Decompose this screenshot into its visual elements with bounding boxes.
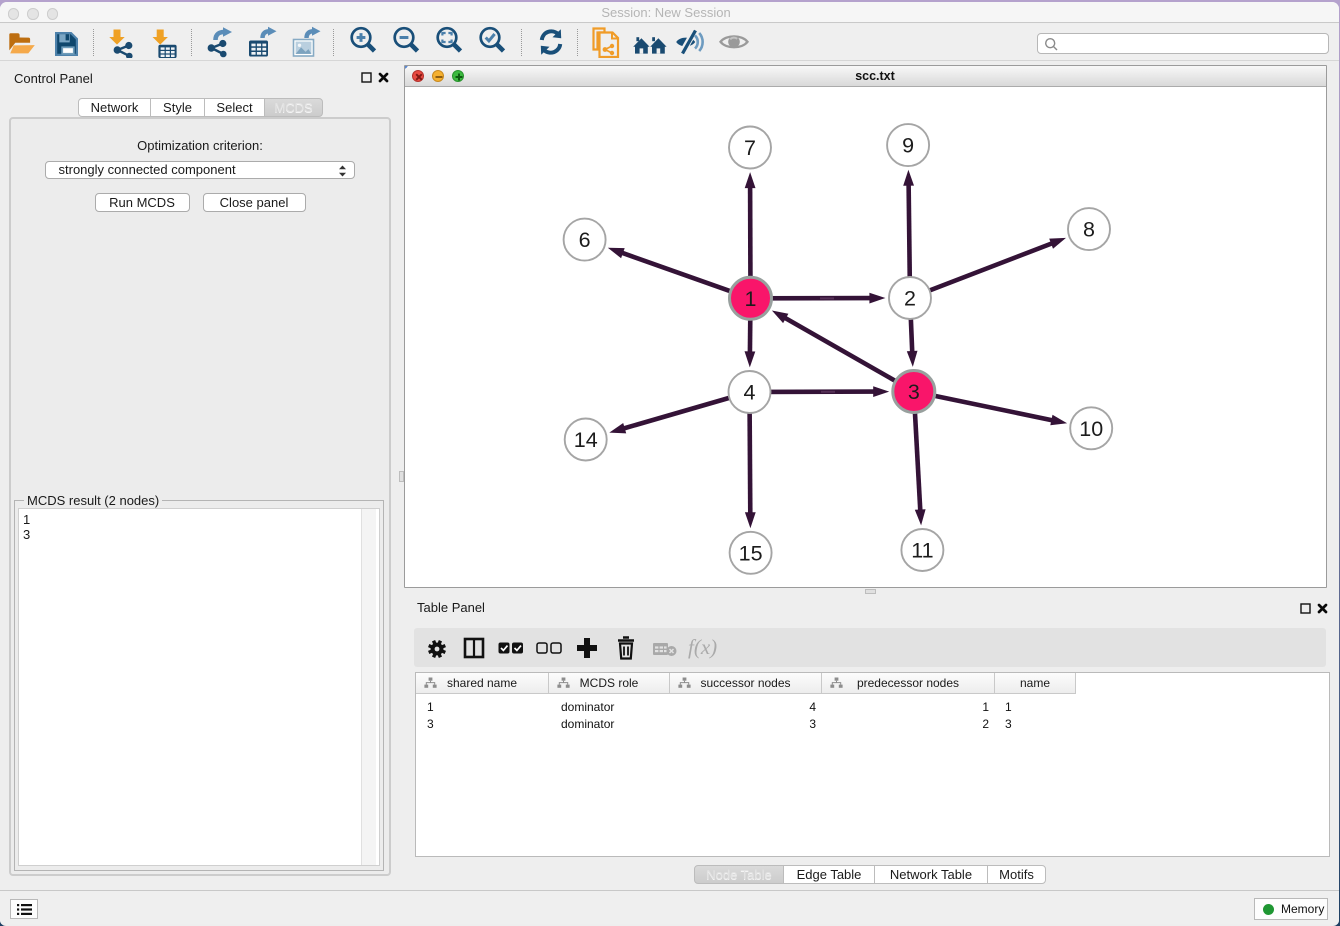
svg-text:1: 1 xyxy=(745,287,757,311)
svg-text:4: 4 xyxy=(744,381,756,405)
svg-text:8: 8 xyxy=(1083,218,1095,242)
svg-text:9: 9 xyxy=(902,134,914,158)
svg-text:6: 6 xyxy=(579,228,591,252)
svg-text:11: 11 xyxy=(911,539,933,563)
svg-text:3: 3 xyxy=(908,380,920,404)
svg-text:7: 7 xyxy=(744,136,756,160)
svg-text:15: 15 xyxy=(739,541,763,565)
svg-text:14: 14 xyxy=(574,428,598,452)
svg-text:2: 2 xyxy=(904,287,916,311)
svg-text:10: 10 xyxy=(1079,417,1103,441)
